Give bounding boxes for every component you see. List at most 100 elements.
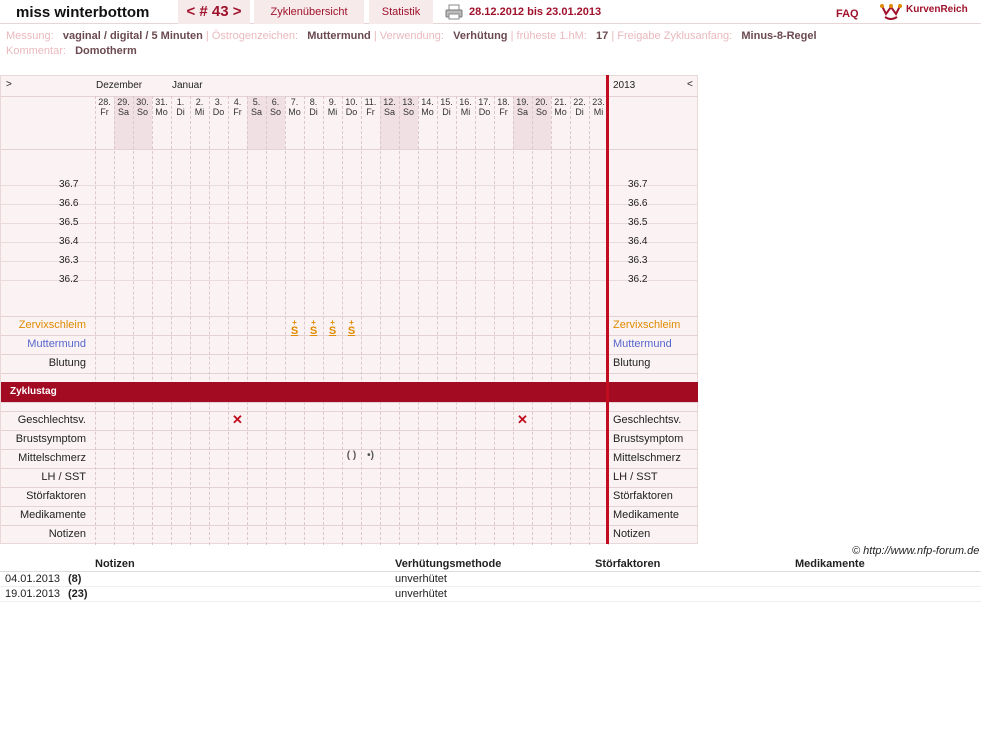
day-header[interactable]: 12. Sa bbox=[380, 96, 399, 117]
day-weekday: Mo bbox=[554, 107, 567, 117]
mittelschmerz-mark[interactable]: •) bbox=[361, 450, 380, 461]
info-line-2: Kommentar: Domotherm bbox=[6, 45, 137, 57]
day-date: 19. bbox=[516, 97, 529, 107]
month-label: Januar bbox=[172, 80, 203, 91]
copyright: © http://www.nfp-forum.de bbox=[852, 545, 980, 557]
day-header[interactable]: 2. Mi bbox=[190, 96, 209, 117]
day-column-line bbox=[513, 96, 514, 545]
kommentar-value: Domotherm bbox=[75, 45, 137, 57]
date-range: 28.12.2012 bis 23.01.2013 bbox=[469, 6, 602, 18]
cycle-nav[interactable]: < # 43 > bbox=[178, 0, 250, 24]
separator: | bbox=[373, 30, 377, 42]
zervix-mark[interactable]: + S bbox=[304, 318, 323, 337]
freigabe-value: Minus-8-Regel bbox=[741, 30, 817, 42]
day-date: 1. bbox=[176, 97, 185, 107]
day-weekday: So bbox=[269, 107, 281, 117]
row-label-left: LH / SST bbox=[41, 471, 86, 483]
table-row: 04.01.2013 (8) unverhütet bbox=[0, 572, 981, 587]
grid-line bbox=[1, 506, 698, 507]
row-label-right: Blutung bbox=[613, 357, 651, 369]
row-label-right: LH / SST bbox=[613, 471, 658, 483]
day-header[interactable]: 22. Di bbox=[570, 96, 589, 117]
tab-statistics[interactable]: Statistik bbox=[369, 0, 433, 24]
day-header[interactable]: 15. Di bbox=[437, 96, 456, 117]
day-header[interactable]: 30. So bbox=[133, 96, 152, 117]
zervix-mark[interactable]: + S bbox=[285, 318, 304, 337]
intercourse-mark[interactable]: ✕ bbox=[513, 412, 532, 428]
day-column-line bbox=[171, 96, 172, 545]
row-label-right: Geschlechtsv. bbox=[613, 414, 682, 426]
separator: | bbox=[510, 30, 514, 42]
crown-logo-icon[interactable] bbox=[880, 2, 902, 20]
grid-line bbox=[1, 354, 698, 355]
day-header[interactable]: 21. Mo bbox=[551, 96, 570, 117]
intercourse-mark[interactable]: ✕ bbox=[228, 412, 247, 428]
day-header[interactable]: 13. So bbox=[399, 96, 418, 117]
day-header[interactable]: 17. Do bbox=[475, 96, 494, 117]
row-label-left: Mittelschmerz bbox=[18, 452, 86, 464]
day-column-line bbox=[190, 96, 191, 545]
tab-cycle-overview[interactable]: Zyklenübersicht bbox=[254, 0, 364, 24]
row-label-right: Mittelschmerz bbox=[613, 452, 681, 464]
row-method: unverhütet bbox=[395, 573, 447, 585]
row-label-left: Störfaktoren bbox=[26, 490, 86, 502]
day-header[interactable]: 19. Sa bbox=[513, 96, 532, 117]
separator: | bbox=[611, 30, 615, 42]
day-weekday: Sa bbox=[117, 107, 129, 117]
day-header[interactable]: 29. Sa bbox=[114, 96, 133, 117]
grid-line bbox=[1, 468, 698, 469]
day-column-line bbox=[532, 96, 533, 545]
messung-label: Messung: bbox=[6, 30, 54, 42]
day-header[interactable]: 4. Fr bbox=[228, 96, 247, 117]
day-header[interactable]: 11. Fr bbox=[361, 96, 380, 117]
day-header[interactable]: 20. So bbox=[532, 96, 551, 117]
nav-prev-button[interactable]: > bbox=[6, 79, 12, 90]
zervix-mark[interactable]: + S bbox=[342, 318, 361, 337]
day-header[interactable]: 6. So bbox=[266, 96, 285, 117]
day-header[interactable]: 31. Mo bbox=[152, 96, 171, 117]
day-date: 30. bbox=[136, 97, 149, 107]
mittelschmerz-mark[interactable]: ( ) bbox=[342, 450, 361, 461]
day-column-line bbox=[475, 96, 476, 545]
zervix-mark[interactable]: + S bbox=[323, 318, 342, 337]
day-header[interactable]: 18. Fr bbox=[494, 96, 513, 117]
printer-icon[interactable] bbox=[445, 4, 463, 20]
day-header[interactable]: 10. Do bbox=[342, 96, 361, 117]
grid-line bbox=[1, 487, 698, 488]
day-weekday: Mo bbox=[421, 107, 434, 117]
day-date: 29. bbox=[117, 97, 130, 107]
day-header[interactable]: 3. Do bbox=[209, 96, 228, 117]
year-label: 2013 bbox=[613, 80, 636, 91]
day-weekday: So bbox=[402, 107, 414, 117]
day-header[interactable]: 1. Di bbox=[171, 96, 190, 117]
day-header[interactable]: 28. Fr bbox=[95, 96, 114, 117]
verwendung-label: Verwendung: bbox=[379, 30, 444, 42]
temp-label-left: 36.5 bbox=[59, 217, 79, 228]
grid-line bbox=[1, 430, 698, 431]
day-date: 14. bbox=[421, 97, 434, 107]
temp-label-right: 36.6 bbox=[628, 198, 648, 209]
day-weekday: Do bbox=[478, 107, 491, 117]
day-header[interactable]: 16. Mi bbox=[456, 96, 475, 117]
day-weekday: Do bbox=[345, 107, 358, 117]
logo-text[interactable]: KurvenReich bbox=[906, 4, 968, 15]
day-header[interactable]: 8. Di bbox=[304, 96, 323, 117]
faq-link[interactable]: FAQ bbox=[836, 8, 859, 20]
temp-label-left: 36.7 bbox=[59, 179, 79, 190]
temp-grid-line bbox=[1, 261, 698, 262]
day-date: 20. bbox=[535, 97, 548, 107]
day-header[interactable]: 5. Sa bbox=[247, 96, 266, 117]
day-date: 2. bbox=[195, 97, 204, 107]
day-header[interactable]: 9. Mi bbox=[323, 96, 342, 117]
day-column-line bbox=[570, 96, 571, 545]
day-column-line bbox=[133, 96, 134, 545]
day-header[interactable]: 7. Mo bbox=[285, 96, 304, 117]
row-date: 04.01.2013 bbox=[5, 573, 61, 585]
separator: | bbox=[205, 30, 209, 42]
day-header[interactable]: 14. Mo bbox=[418, 96, 437, 117]
day-date: 31. bbox=[155, 97, 168, 107]
day-date: 11. bbox=[364, 97, 377, 107]
row-label-right: Brustsymptom bbox=[613, 433, 684, 445]
nav-next-button[interactable]: < bbox=[687, 79, 693, 90]
day-column-line bbox=[95, 96, 96, 545]
